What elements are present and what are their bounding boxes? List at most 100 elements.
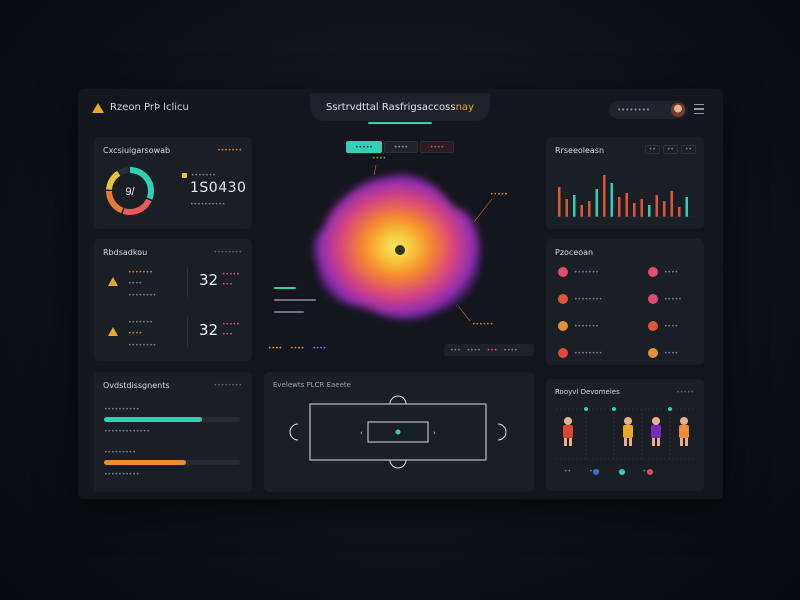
app-logo[interactable]: Rzeon PrÞ lclicu bbox=[92, 102, 189, 113]
app-name: Rzeon PrÞ lclicu bbox=[110, 102, 189, 113]
progress-label: ••••••••• bbox=[104, 449, 136, 456]
overview-legend: ••••••• bbox=[182, 172, 216, 179]
overview-value: 1S0430 bbox=[190, 180, 247, 196]
title-underline bbox=[368, 122, 432, 124]
filter-item[interactable]: ••• bbox=[487, 347, 498, 354]
player-avatar bbox=[558, 321, 568, 331]
player-row[interactable]: •••••••• •••• bbox=[556, 346, 698, 360]
trend-bar bbox=[655, 195, 658, 217]
progress-title: Ovdstdissgnents bbox=[103, 381, 170, 390]
lineup-chip[interactable]: ••• bbox=[589, 468, 600, 475]
trend-bar bbox=[663, 201, 666, 217]
heatmap-canvas bbox=[313, 164, 493, 322]
lineup-chip[interactable]: •• bbox=[564, 468, 571, 475]
stat-label: •••• bbox=[128, 280, 143, 287]
stats-panel: Rbdsadkou •••• •••• ••••••• •••• ••••••••… bbox=[94, 239, 252, 361]
player-figure-icon bbox=[651, 417, 661, 446]
heatmap-filter-bar[interactable]: ••• •••• ••• •••• bbox=[444, 344, 534, 356]
trend-bar bbox=[603, 175, 606, 217]
donut-center-label: 9/ bbox=[125, 186, 135, 198]
filter-item[interactable]: •••• bbox=[467, 347, 481, 354]
trend-bar bbox=[610, 183, 613, 217]
left-goal-arc bbox=[289, 423, 299, 441]
avatar[interactable] bbox=[671, 103, 685, 117]
trend-bar bbox=[670, 191, 673, 217]
trend-bar bbox=[685, 197, 688, 217]
stats-title: Rbdsadkou bbox=[103, 248, 148, 257]
trend-bar bbox=[558, 187, 561, 217]
dashboard-window: Rzeon PrÞ lclicu Ssrtrvdttal Rasfrigsacc… bbox=[78, 89, 723, 499]
player-figure-icon bbox=[623, 417, 633, 446]
trend-bar bbox=[625, 193, 628, 217]
progress-panel: Ovdstdissgnents •••••••• •••••••••• ••••… bbox=[94, 372, 252, 492]
progress-caption: ••••••••••••• bbox=[104, 428, 151, 435]
arc-bottom bbox=[389, 459, 407, 469]
heatmap-legend: •••• •••• •••• bbox=[268, 345, 326, 352]
callout-line bbox=[473, 198, 493, 223]
legend-swatch bbox=[182, 173, 187, 178]
stat-label: •••• bbox=[128, 330, 143, 337]
top-bar: Rzeon PrÞ lclicu Ssrtrvdttal Rasfrigsacc… bbox=[78, 89, 723, 129]
player-row[interactable]: •••••••• ••••• bbox=[556, 292, 698, 306]
player-row[interactable]: ••••••• •••• bbox=[556, 319, 698, 333]
player-avatar bbox=[648, 321, 658, 331]
legend-item: •••• bbox=[290, 345, 305, 352]
trend-panel: Rrseeoleasn •• •• •• bbox=[546, 137, 704, 229]
divider bbox=[187, 267, 188, 297]
hamburger-menu-icon[interactable] bbox=[694, 104, 704, 114]
progress-sub: •••••••• bbox=[213, 382, 242, 389]
player-stat: ••••• bbox=[664, 296, 682, 303]
callout-label: •••• bbox=[372, 155, 387, 162]
overview-sub: ••••••• bbox=[217, 147, 242, 154]
trend-bar bbox=[565, 199, 568, 217]
legend-label: ••••••• bbox=[191, 172, 216, 179]
right-arrow-icon: › bbox=[433, 429, 436, 437]
field-panel: Evelewts PLCR Eaeete ‹ › bbox=[264, 372, 534, 492]
arc-top bbox=[389, 395, 407, 405]
filter-item[interactable]: •••• bbox=[503, 347, 517, 354]
callout-line bbox=[458, 306, 471, 322]
trend-bar bbox=[580, 205, 583, 217]
player-name: •••••••• bbox=[574, 350, 603, 357]
pitch-diagram: ‹ › bbox=[289, 395, 507, 469]
trend-bar bbox=[678, 207, 681, 217]
progress-bar bbox=[104, 460, 240, 465]
legend-line bbox=[274, 311, 304, 313]
player-avatar bbox=[558, 294, 568, 304]
trend-bar bbox=[618, 197, 621, 217]
player-avatar bbox=[648, 267, 658, 277]
progress-fill bbox=[104, 417, 202, 422]
stat-label: ••••••• bbox=[128, 319, 153, 326]
player-row[interactable]: ••••••• •••• bbox=[556, 265, 698, 279]
page-title-text: Ssrtrvdttal Rasfrigsaccoss bbox=[326, 101, 456, 113]
stat-row[interactable]: ••••••• •••• •••••••• 32 ••••• ••• bbox=[94, 265, 252, 301]
player-name: ••••••• bbox=[574, 323, 599, 330]
player-figure-icon bbox=[679, 417, 689, 446]
trend-bar bbox=[633, 203, 636, 217]
logo-icon bbox=[92, 102, 104, 113]
filter-item[interactable]: ••• bbox=[450, 347, 461, 354]
stat-tag: ••••• bbox=[222, 321, 240, 328]
page-title: Ssrtrvdttal Rasfrigsaccoss nay bbox=[310, 93, 490, 121]
progress-bar bbox=[104, 417, 240, 422]
stat-row[interactable]: ••••••• •••• •••••••• 32 ••••• ••• bbox=[94, 315, 252, 351]
players-panel: Pzoceoan ••••••• •••• •••••••• ••••• •••••••… bbox=[546, 239, 704, 365]
trophy-icon bbox=[108, 277, 118, 286]
heatmap-area: ••••• •••• •••• •••• ••••• •••••• •••• •… bbox=[264, 137, 534, 363]
user-name: •••••••• bbox=[617, 106, 651, 114]
player-marker-icon bbox=[395, 245, 405, 255]
overview-donut: 9/ bbox=[106, 167, 154, 215]
lineup-chip[interactable]: •• bbox=[643, 468, 650, 475]
player-avatar bbox=[648, 294, 658, 304]
legend-item: •••• bbox=[268, 345, 283, 352]
player-avatar bbox=[558, 348, 568, 358]
ball-icon bbox=[395, 429, 401, 435]
progress-label: •••••••••• bbox=[104, 406, 140, 413]
lineup-chip[interactable]: •• bbox=[618, 468, 625, 475]
players-title: Pzoceoan bbox=[555, 248, 594, 257]
right-goal-arc bbox=[497, 423, 507, 441]
player-stat: •••• bbox=[664, 269, 679, 276]
stat-tag: ••••• bbox=[222, 271, 240, 278]
user-menu[interactable]: •••••••• bbox=[609, 101, 687, 119]
legend-line bbox=[274, 287, 296, 289]
